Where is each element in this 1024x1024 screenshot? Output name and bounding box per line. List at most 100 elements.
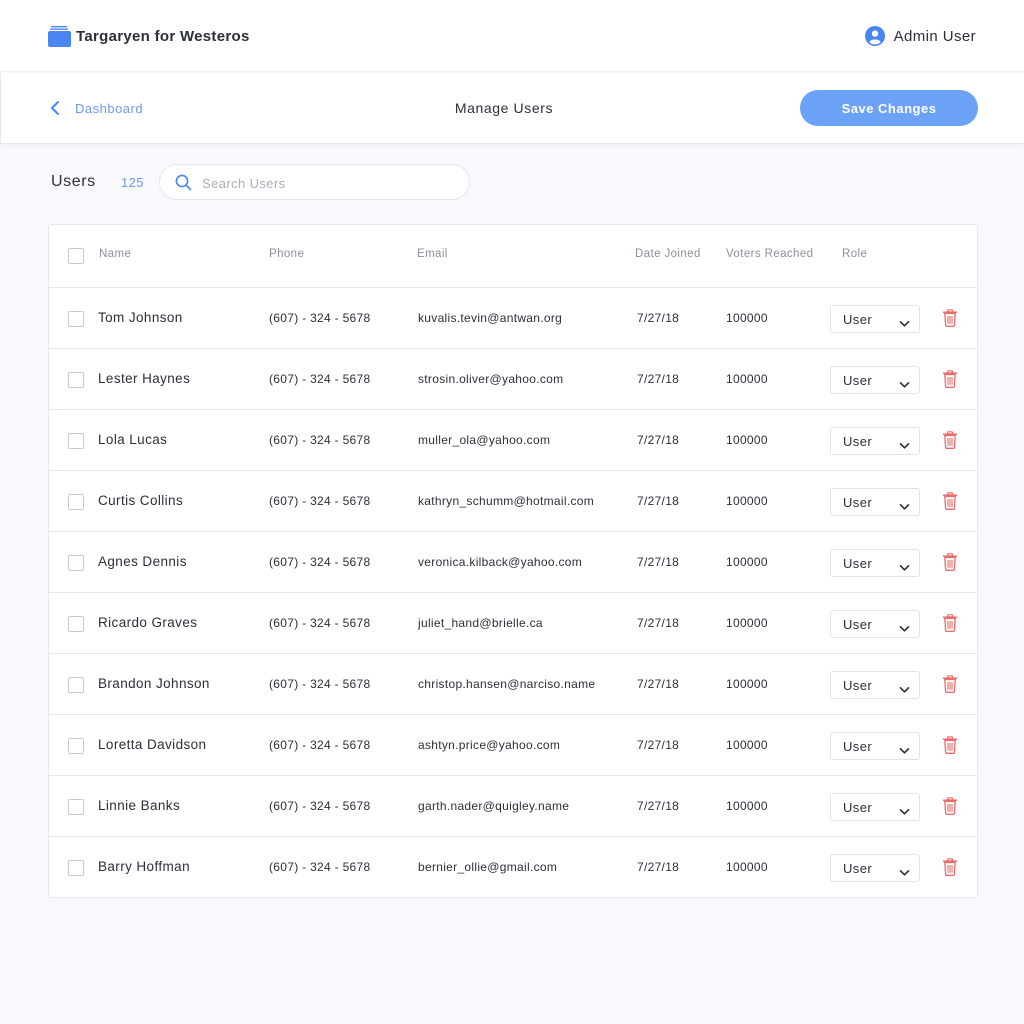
- search-users-input[interactable]: [202, 173, 452, 193]
- search-box[interactable]: [159, 164, 470, 200]
- email-cell: kathryn_schumm@hotmail.com: [418, 494, 595, 508]
- role-dropdown[interactable]: User: [830, 549, 920, 577]
- page-toolbar: Dashboard Manage Users Save Changes: [0, 73, 1024, 144]
- table-row: Barry Hoffman (607) - 324 - 5678 bernier…: [49, 837, 977, 898]
- trash-icon[interactable]: [942, 492, 958, 510]
- column-header-name[interactable]: Name: [99, 248, 131, 260]
- user-name-cell: Lester Haynes: [98, 371, 191, 386]
- role-value: User: [843, 373, 873, 388]
- role-value: User: [843, 678, 873, 693]
- user-name: Admin User: [893, 27, 976, 45]
- role-value: User: [843, 800, 873, 815]
- voters-reached-cell: 100000: [726, 311, 768, 325]
- user-name-cell: Barry Hoffman: [98, 859, 190, 874]
- row-checkbox[interactable]: [68, 494, 84, 510]
- phone-cell: (607) - 324 - 5678: [269, 372, 371, 386]
- row-checkbox[interactable]: [68, 555, 84, 571]
- row-checkbox[interactable]: [68, 799, 84, 815]
- row-checkbox[interactable]: [68, 616, 84, 632]
- table-row: Linnie Banks (607) - 324 - 5678 garth.na…: [49, 776, 977, 837]
- table-row: Agnes Dennis (607) - 324 - 5678 veronica…: [49, 532, 977, 593]
- email-cell: garth.nader@quigley.name: [418, 799, 570, 813]
- date-joined-cell: 7/27/18: [637, 311, 680, 325]
- phone-cell: (607) - 324 - 5678: [269, 555, 371, 569]
- search-icon: [175, 174, 192, 191]
- row-checkbox[interactable]: [68, 311, 84, 327]
- trash-icon[interactable]: [942, 370, 958, 388]
- chevron-down-icon: [899, 437, 910, 449]
- app-name: Targaryen for Westeros: [76, 27, 250, 45]
- row-checkbox[interactable]: [68, 677, 84, 693]
- phone-cell: (607) - 324 - 5678: [269, 433, 371, 447]
- chevron-down-icon: [899, 803, 910, 815]
- brand[interactable]: Targaryen for Westeros: [48, 24, 250, 48]
- column-header-phone[interactable]: Phone: [269, 248, 304, 260]
- table-row: Curtis Collins (607) - 324 - 5678 kathry…: [49, 471, 977, 532]
- email-cell: muller_ola@yahoo.com: [418, 433, 551, 447]
- email-cell: christop.hansen@narciso.name: [418, 677, 596, 691]
- column-header-voters-reached[interactable]: Voters Reached: [726, 248, 813, 260]
- trash-icon[interactable]: [942, 736, 958, 754]
- trash-icon[interactable]: [942, 797, 958, 815]
- email-cell: juliet_hand@brielle.ca: [418, 616, 543, 630]
- user-name-cell: Lola Lucas: [98, 432, 168, 447]
- table-row: Ricardo Graves (607) - 324 - 5678 juliet…: [49, 593, 977, 654]
- role-dropdown[interactable]: User: [830, 427, 920, 455]
- email-cell: kuvalis.tevin@antwan.org: [418, 311, 563, 325]
- trash-icon[interactable]: [942, 858, 958, 876]
- user-name-cell: Agnes Dennis: [98, 554, 187, 569]
- row-checkbox[interactable]: [68, 738, 84, 754]
- phone-cell: (607) - 324 - 5678: [269, 799, 371, 813]
- voters-reached-cell: 100000: [726, 433, 768, 447]
- users-count: 125: [121, 175, 144, 190]
- row-checkbox[interactable]: [68, 433, 84, 449]
- save-changes-button[interactable]: Save Changes: [800, 90, 978, 126]
- trash-icon[interactable]: [942, 675, 958, 693]
- chevron-down-icon: [899, 498, 910, 510]
- column-header-email[interactable]: Email: [417, 248, 448, 260]
- user-name-cell: Curtis Collins: [98, 493, 184, 508]
- trash-icon[interactable]: [942, 309, 958, 327]
- trash-icon[interactable]: [942, 553, 958, 571]
- row-checkbox[interactable]: [68, 372, 84, 388]
- role-dropdown[interactable]: User: [830, 488, 920, 516]
- phone-cell: (607) - 324 - 5678: [269, 677, 371, 691]
- voters-reached-cell: 100000: [726, 799, 768, 813]
- role-dropdown[interactable]: User: [830, 671, 920, 699]
- column-header-date-joined[interactable]: Date Joined: [635, 248, 701, 260]
- role-dropdown[interactable]: User: [830, 305, 920, 333]
- trash-icon[interactable]: [942, 614, 958, 632]
- phone-cell: (607) - 324 - 5678: [269, 311, 371, 325]
- date-joined-cell: 7/27/18: [637, 555, 680, 569]
- table-row: Tom Johnson (607) - 324 - 5678 kuvalis.t…: [49, 288, 977, 349]
- user-name-cell: Brandon Johnson: [98, 676, 210, 691]
- row-checkbox[interactable]: [68, 860, 84, 876]
- role-value: User: [843, 861, 873, 876]
- top-bar: Targaryen for Westeros Admin User: [0, 0, 1024, 72]
- chevron-down-icon: [899, 376, 910, 388]
- user-menu[interactable]: Admin User: [864, 24, 976, 48]
- chevron-down-icon: [899, 315, 910, 327]
- voters-reached-cell: 100000: [726, 677, 768, 691]
- users-table: Name Phone Email Date Joined Voters Reac…: [48, 224, 978, 898]
- phone-cell: (607) - 324 - 5678: [269, 738, 371, 752]
- table-body: Tom Johnson (607) - 324 - 5678 kuvalis.t…: [49, 288, 977, 898]
- column-header-role[interactable]: Role: [842, 248, 867, 260]
- date-joined-cell: 7/27/18: [637, 616, 680, 630]
- role-value: User: [843, 312, 873, 327]
- role-dropdown[interactable]: User: [830, 793, 920, 821]
- trash-icon[interactable]: [942, 431, 958, 449]
- voters-reached-cell: 100000: [726, 555, 768, 569]
- role-dropdown[interactable]: User: [830, 366, 920, 394]
- role-dropdown[interactable]: User: [830, 732, 920, 760]
- folder-stack-icon: [48, 25, 71, 47]
- voters-reached-cell: 100000: [726, 494, 768, 508]
- email-cell: bernier_ollie@gmail.com: [418, 860, 558, 874]
- user-name-cell: Linnie Banks: [98, 798, 181, 813]
- voters-reached-cell: 100000: [726, 616, 768, 630]
- role-dropdown[interactable]: User: [830, 610, 920, 638]
- role-dropdown[interactable]: User: [830, 854, 920, 882]
- chevron-down-icon: [899, 742, 910, 754]
- select-all-checkbox[interactable]: [68, 248, 84, 264]
- role-value: User: [843, 495, 873, 510]
